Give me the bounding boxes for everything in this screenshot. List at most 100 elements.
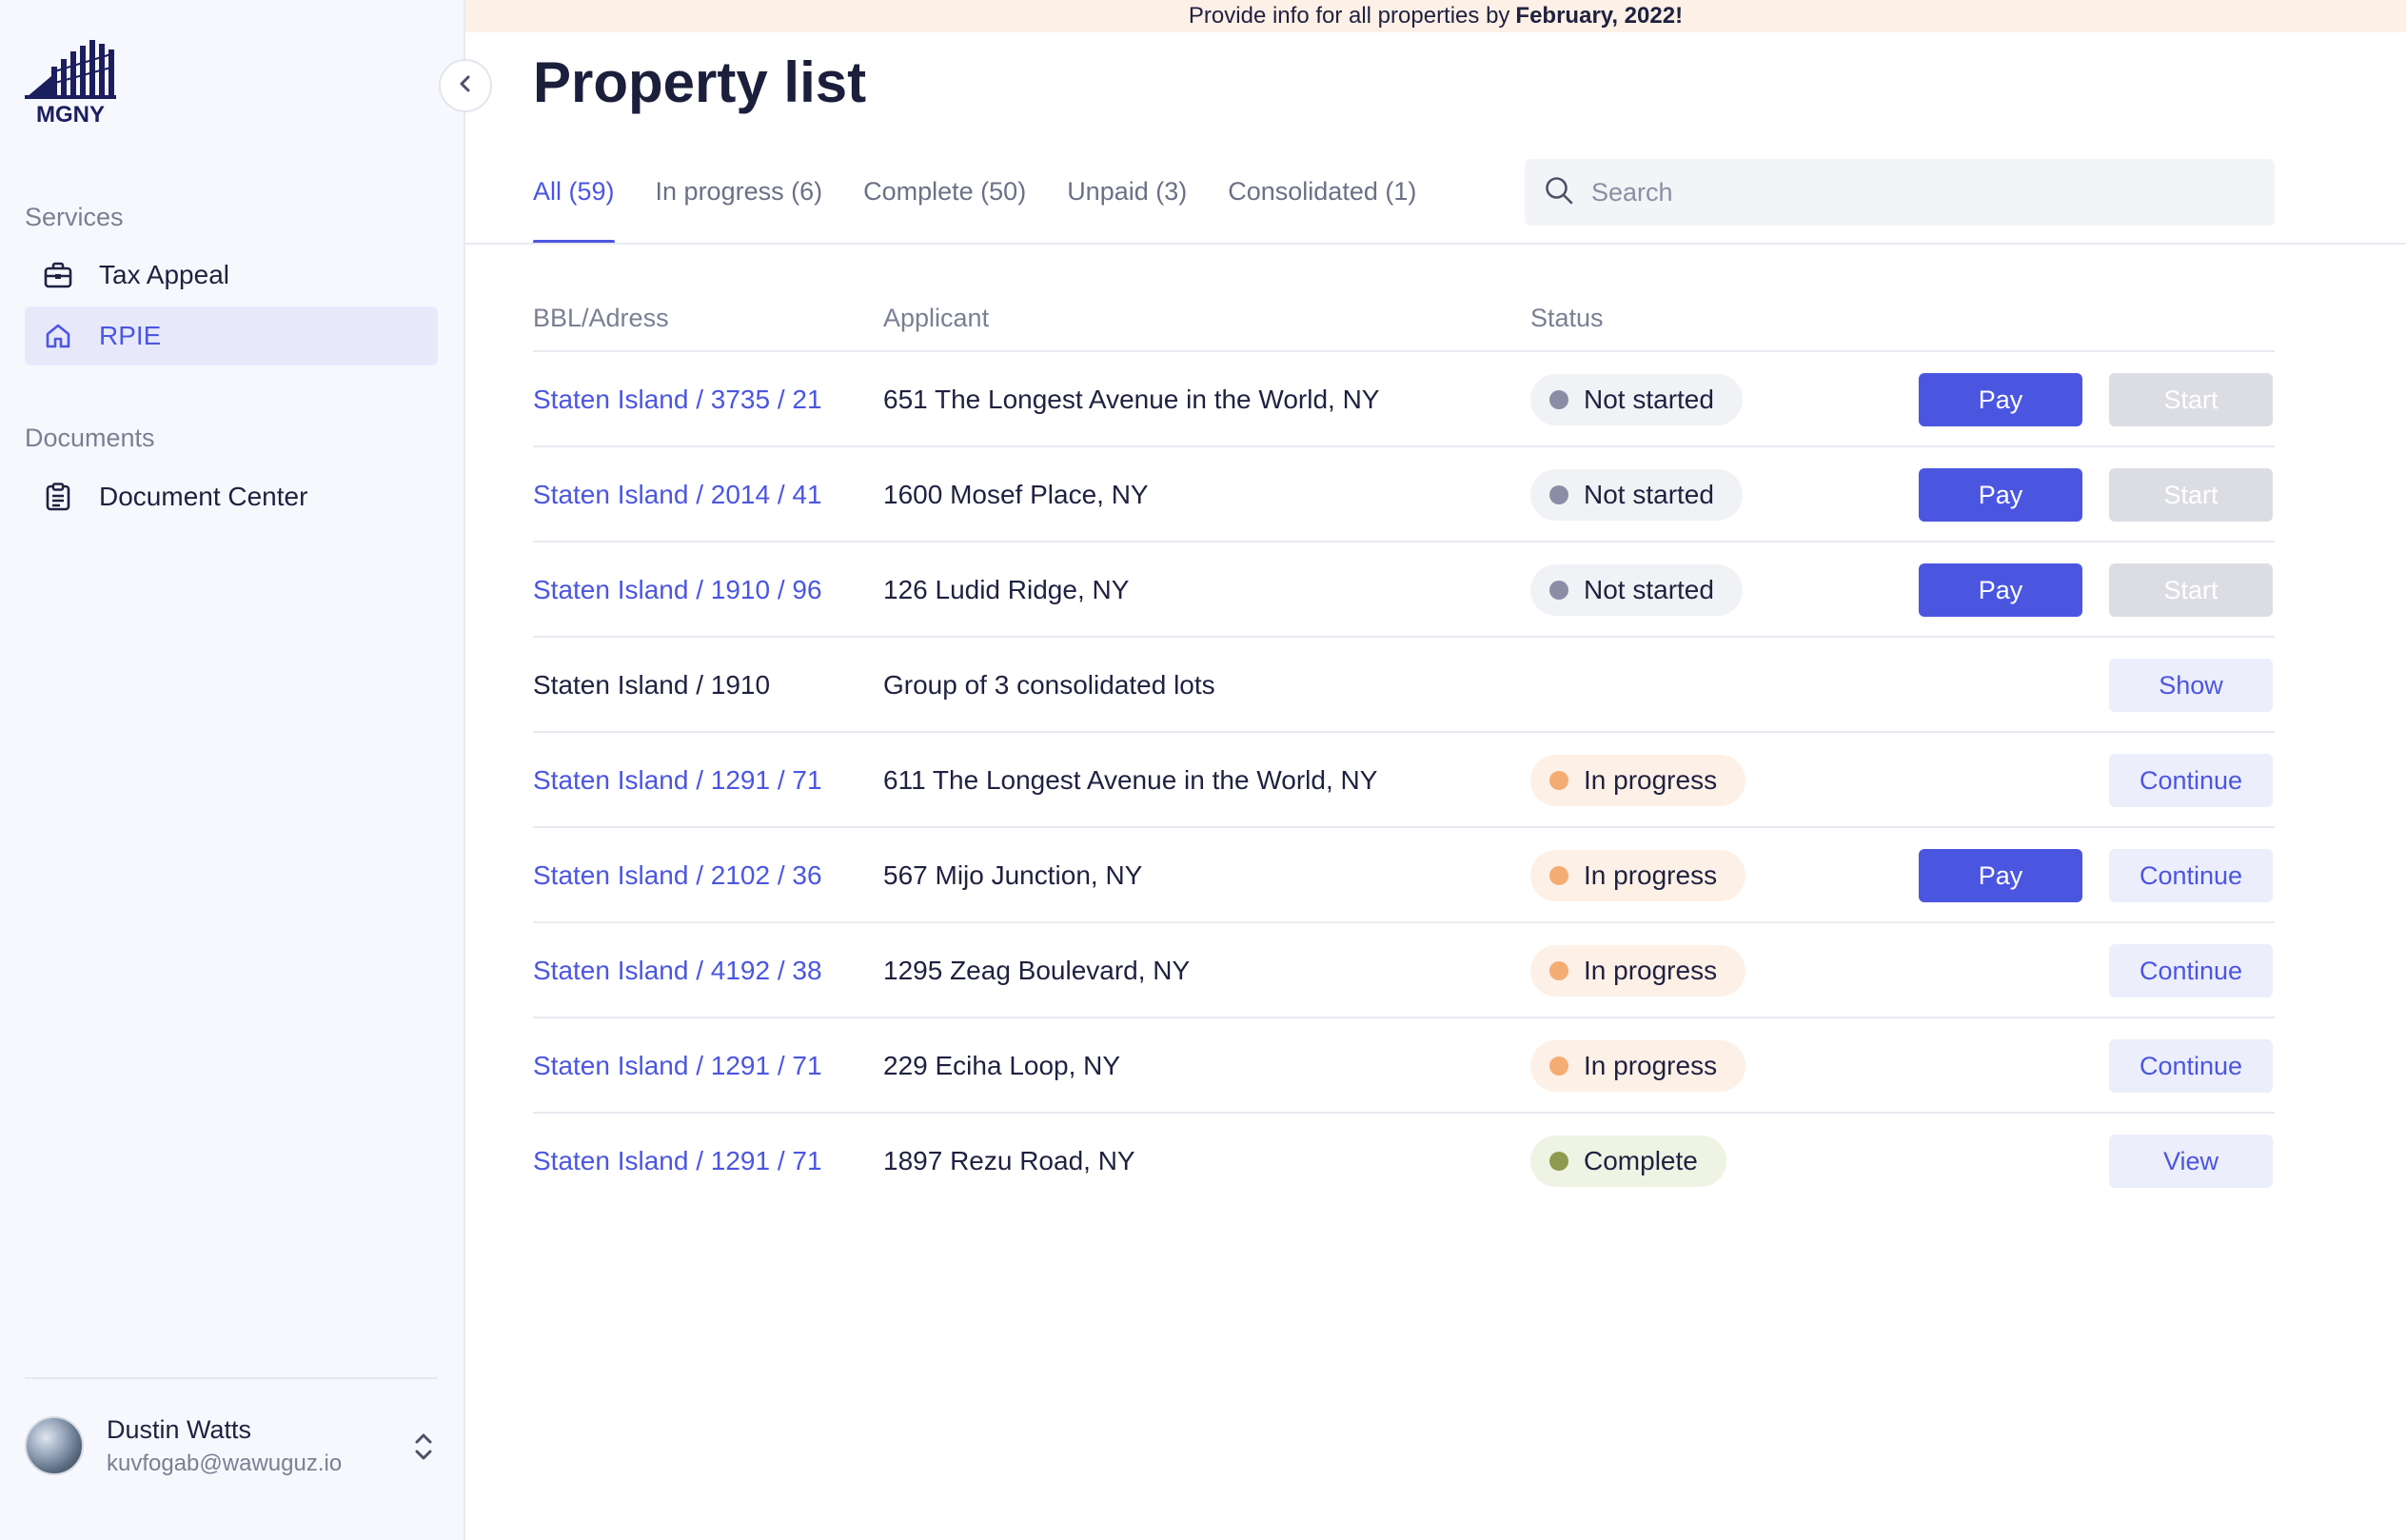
applicant-cell: 126 Ludid Ridge, NY — [883, 575, 1130, 604]
logo-text: MGNY — [36, 102, 105, 126]
tabs-divider — [465, 243, 2406, 245]
status-badge: Not started — [1530, 469, 1743, 521]
search-icon — [1544, 175, 1574, 210]
filter-tabs: All (59) In progress (6) Complete (50) U… — [533, 160, 1457, 244]
status-badge: In progress — [1530, 945, 1746, 997]
app-root: MGNY Services Tax Appeal RPIE Documents … — [0, 0, 2406, 1540]
continue-button[interactable]: Continue — [2109, 849, 2273, 902]
status-label: In progress — [1584, 956, 1718, 985]
status-dot — [1549, 961, 1568, 980]
table-row: Staten Island / 1291 / 71 611 The Longes… — [533, 733, 2275, 828]
table-row: Staten Island / 3735 / 21 651 The Longes… — [533, 352, 2275, 447]
view-button[interactable]: View — [2109, 1135, 2273, 1188]
bbl-link[interactable]: Staten Island / 4192 / 38 — [533, 923, 822, 1018]
tab-consolidated[interactable]: Consolidated (1) — [1228, 160, 1416, 244]
status-label: In progress — [1584, 1051, 1718, 1080]
status-badge: Complete — [1530, 1135, 1726, 1187]
status-badge: Not started — [1530, 374, 1743, 425]
start-button[interactable]: Start — [2109, 468, 2273, 522]
table-row: Staten Island / 1291 / 71 229 Eciha Loop… — [533, 1018, 2275, 1114]
documents-section-title: Documents — [25, 424, 155, 452]
sidebar: MGNY Services Tax Appeal RPIE Documents … — [0, 0, 465, 1540]
page-title: Property list — [533, 50, 867, 114]
home-icon — [42, 320, 74, 352]
status-dot — [1549, 1056, 1568, 1076]
table-header: BBL/Adress Applicant Status — [533, 286, 2275, 352]
status-dot — [1549, 581, 1568, 600]
sidebar-item-tax-appeal[interactable]: Tax Appeal — [25, 246, 438, 305]
status-label: In progress — [1584, 860, 1718, 890]
chevron-left-icon — [456, 73, 475, 99]
bbl-link[interactable]: Staten Island / 1291 / 71 — [533, 733, 822, 828]
pay-button[interactable]: Pay — [1919, 563, 2082, 617]
status-label: Not started — [1584, 575, 1714, 604]
property-table: BBL/Adress Applicant Status Staten Islan… — [533, 286, 2275, 1209]
bbl-link[interactable]: Staten Island / 1291 / 71 — [533, 1114, 822, 1209]
sidebar-item-label: Document Center — [99, 482, 308, 511]
show-button[interactable]: Show — [2109, 659, 2273, 712]
deadline-banner: Provide info for all properties by Febru… — [465, 0, 2406, 32]
mgny-logo[interactable]: MGNY — [23, 38, 120, 128]
collapse-sidebar-button[interactable] — [439, 59, 492, 112]
table-row: Staten Island / 2102 / 36 567 Mijo Junct… — [533, 828, 2275, 923]
bbl-link[interactable]: Staten Island / 2102 / 36 — [533, 828, 822, 923]
tab-all[interactable]: All (59) — [533, 160, 615, 244]
banner-text: Provide info for all properties by — [1188, 3, 1510, 29]
applicant-cell: 611 The Longest Avenue in the World, NY — [883, 765, 1378, 795]
avatar — [25, 1416, 84, 1475]
bbl-link[interactable]: Staten Island / 2014 / 41 — [533, 447, 822, 543]
start-button[interactable]: Start — [2109, 373, 2273, 426]
tab-unpaid[interactable]: Unpaid (3) — [1067, 160, 1187, 244]
applicant-cell: 1897 Rezu Road, NY — [883, 1146, 1135, 1175]
tab-complete[interactable]: Complete (50) — [863, 160, 1026, 244]
user-menu[interactable]: Dustin Watts kuvfogab@wawuguz.io — [25, 1412, 451, 1479]
table-row: Staten Island / 1291 / 71 1897 Rezu Road… — [533, 1114, 2275, 1209]
sidebar-item-label: Tax Appeal — [99, 260, 229, 289]
continue-button[interactable]: Continue — [2109, 1039, 2273, 1093]
briefcase-icon — [42, 259, 74, 291]
banner-deadline: February, 2022! — [1515, 3, 1684, 29]
pay-button[interactable]: Pay — [1919, 373, 2082, 426]
bbl-link[interactable]: Staten Island / 3735 / 21 — [533, 352, 822, 447]
pay-button[interactable]: Pay — [1919, 468, 2082, 522]
sidebar-item-document-center[interactable]: Document Center — [25, 467, 438, 526]
search-input[interactable] — [1591, 177, 2258, 207]
continue-button[interactable]: Continue — [2109, 754, 2273, 807]
table-row: Staten Island / 1910 Group of 3 consolid… — [533, 638, 2275, 733]
table-row: Staten Island / 1910 / 96 126 Ludid Ridg… — [533, 543, 2275, 638]
applicant-cell: 229 Eciha Loop, NY — [883, 1051, 1121, 1080]
tab-in-progress[interactable]: In progress (6) — [656, 160, 823, 244]
start-button[interactable]: Start — [2109, 563, 2273, 617]
user-name: Dustin Watts — [107, 1414, 252, 1444]
status-dot — [1549, 1152, 1568, 1171]
status-badge: In progress — [1530, 1040, 1746, 1092]
applicant-cell: 567 Mijo Junction, NY — [883, 860, 1143, 890]
table-row: Staten Island / 2014 / 41 1600 Mosef Pla… — [533, 447, 2275, 543]
status-dot — [1549, 390, 1568, 409]
bbl-group-label: Staten Island / 1910 — [533, 670, 771, 700]
status-badge: Not started — [1530, 564, 1743, 616]
applicant-cell: Group of 3 consolidated lots — [883, 670, 1215, 700]
status-label: Complete — [1584, 1146, 1698, 1175]
sidebar-item-rpie[interactable]: RPIE — [25, 306, 438, 365]
status-dot — [1549, 866, 1568, 885]
pay-button[interactable]: Pay — [1919, 849, 2082, 902]
header-status: Status — [1530, 303, 1604, 332]
applicant-cell: 1295 Zeag Boulevard, NY — [883, 956, 1191, 985]
status-label: In progress — [1584, 765, 1718, 795]
status-label: Not started — [1584, 480, 1714, 509]
search-box[interactable] — [1525, 159, 2275, 226]
header-bbl: BBL/Adress — [533, 303, 669, 332]
chevron-up-down-icon[interactable] — [409, 1426, 438, 1468]
sidebar-item-label: RPIE — [99, 321, 162, 350]
applicant-cell: 1600 Mosef Place, NY — [883, 480, 1149, 509]
status-badge: In progress — [1530, 755, 1746, 806]
bbl-link[interactable]: Staten Island / 1910 / 96 — [533, 543, 822, 638]
clipboard-icon — [42, 481, 74, 513]
bbl-link[interactable]: Staten Island / 1291 / 71 — [533, 1018, 822, 1114]
status-dot — [1549, 771, 1568, 790]
services-section-title: Services — [25, 203, 124, 231]
user-email: kuvfogab@wawuguz.io — [107, 1450, 343, 1476]
continue-button[interactable]: Continue — [2109, 944, 2273, 997]
sidebar-divider — [25, 1377, 438, 1379]
